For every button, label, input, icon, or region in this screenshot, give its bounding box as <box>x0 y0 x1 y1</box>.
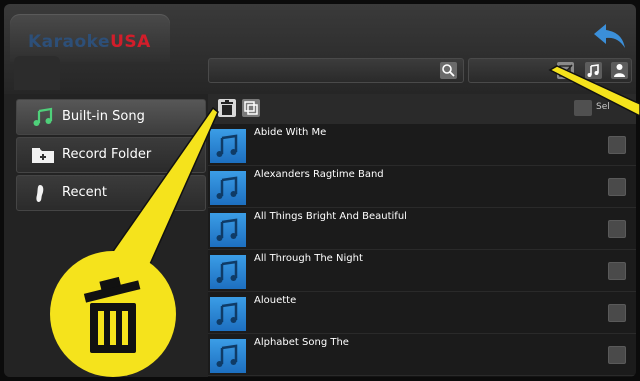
delete-callout-highlight <box>50 251 176 377</box>
trash-icon <box>83 276 141 353</box>
